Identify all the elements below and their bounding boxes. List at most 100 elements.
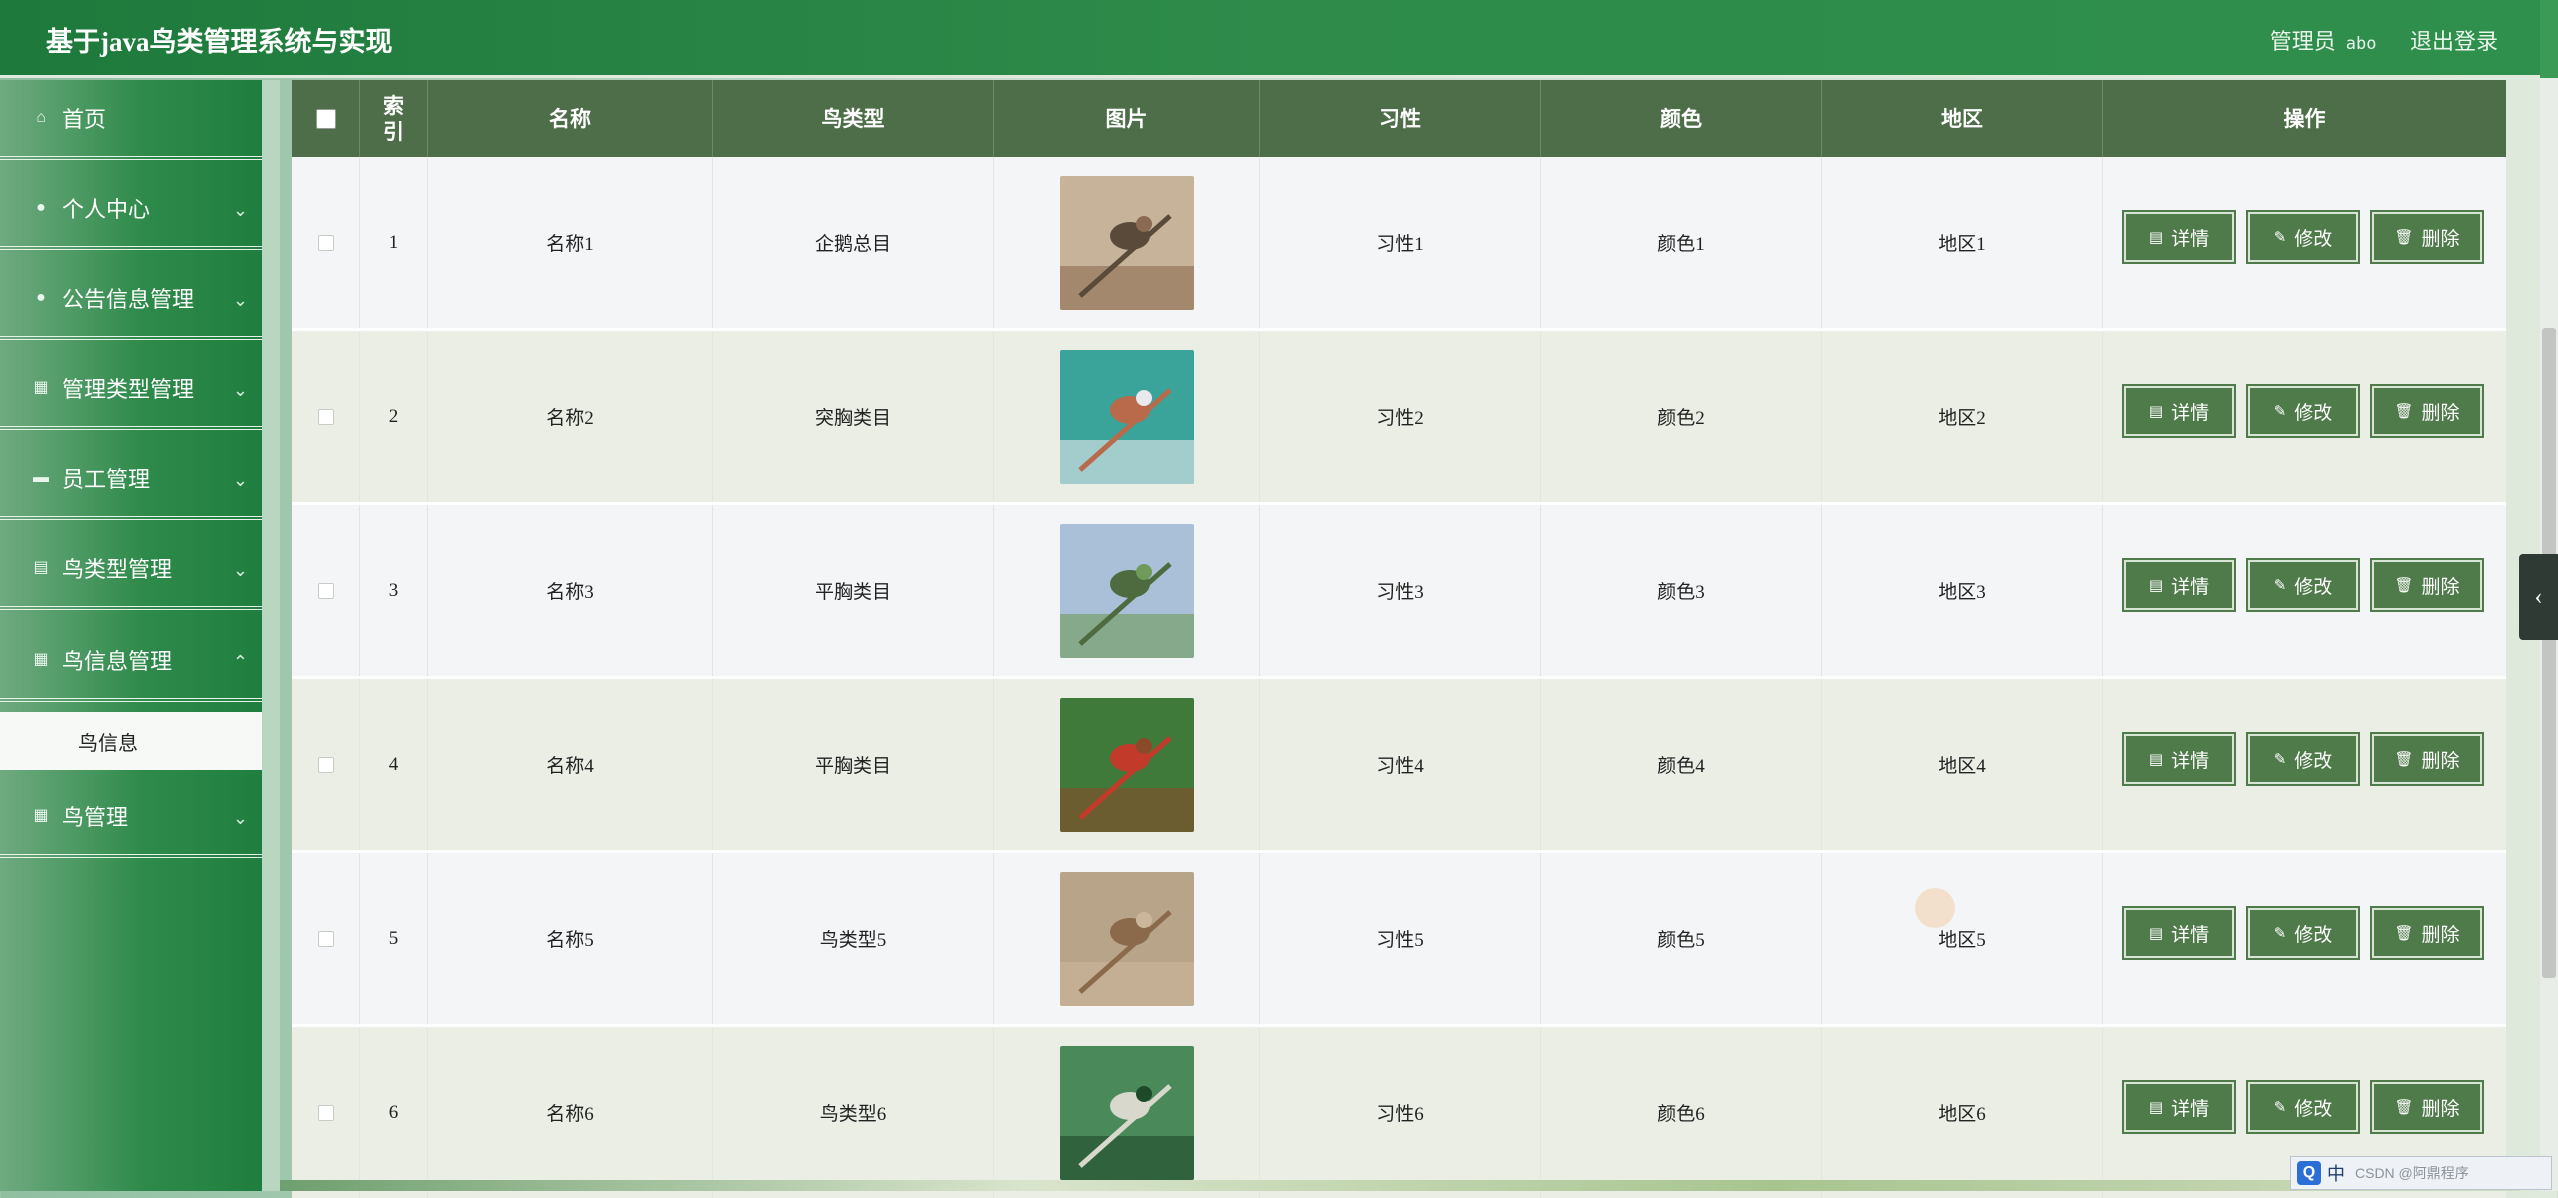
- detail-button[interactable]: ▤ 详情: [2122, 384, 2236, 438]
- logout-link[interactable]: 退出登录: [2410, 29, 2498, 54]
- detail-button-label: 详情: [2171, 228, 2210, 250]
- cell-color: 颜色4: [1541, 679, 1822, 850]
- cell-habit: 习性5: [1260, 853, 1541, 1024]
- cell-actions: ▤ 详情 ✎ 修改 🗑 删除: [2103, 505, 2506, 676]
- detail-button-label: 详情: [2171, 750, 2210, 772]
- cell-bird-type: 平胸类目: [713, 679, 994, 850]
- cell-actions: ▤ 详情 ✎ 修改 🗑 删除: [2103, 331, 2506, 502]
- detail-button[interactable]: ▤ 详情: [2122, 906, 2236, 960]
- edit-button[interactable]: ✎ 修改: [2246, 210, 2360, 264]
- cell-image: [994, 679, 1260, 850]
- delete-button-label: 删除: [2421, 576, 2460, 598]
- cell-region: 地区2: [1822, 331, 2103, 502]
- select-all-checkbox[interactable]: [315, 108, 336, 129]
- ime-toolbar: Q 中 CSDN @阿鼎程序: [2290, 1156, 2552, 1190]
- cell-region: 地区1: [1822, 157, 2103, 328]
- delete-button-label: 删除: [2421, 402, 2460, 424]
- column-header-region: 地区: [1822, 80, 2103, 157]
- cell-bird-type: 企鹅总目: [713, 157, 994, 328]
- bottom-background-strip: [280, 1180, 2520, 1191]
- scrollbar-thumb[interactable]: [2542, 328, 2556, 978]
- delete-button-label: 删除: [2421, 750, 2460, 772]
- chevron-down-icon: ⌄: [232, 560, 248, 580]
- data-table: 索引 名称 鸟类型 图片 习性 颜色 地区 操作 1 名称1 企鹅总目 习性1 …: [292, 80, 2506, 1198]
- cell-image: [994, 505, 1260, 676]
- trash-icon: 🗑: [2394, 925, 2414, 942]
- sidebar-divider: [262, 80, 280, 1191]
- detail-button-label: 详情: [2171, 576, 2210, 598]
- delete-button[interactable]: 🗑 删除: [2370, 384, 2484, 438]
- pencil-icon: ✎: [2273, 1099, 2287, 1116]
- bird-photo[interactable]: [1059, 349, 1194, 484]
- delete-button[interactable]: 🗑 删除: [2370, 1080, 2484, 1134]
- row-checkbox[interactable]: [317, 756, 334, 773]
- watermark: CSDN @阿鼎程序: [2355, 1165, 2469, 1181]
- trash-icon: 🗑: [2394, 403, 2414, 420]
- bird-photo[interactable]: [1059, 871, 1194, 1006]
- table-row: 1 名称1 企鹅总目 习性1 颜色1 地区1 ▤ 详情 ✎ 修改 🗑 删除: [292, 157, 2506, 328]
- cell-actions: ▤ 详情 ✎ 修改 🗑 删除: [2103, 853, 2506, 1024]
- sidebar-item-staff[interactable]: ▬ 员工管理 ⌄: [0, 440, 262, 520]
- grid-icon: ▦: [33, 807, 49, 824]
- delete-button[interactable]: 🗑 删除: [2370, 210, 2484, 264]
- delete-button[interactable]: 🗑 删除: [2370, 906, 2484, 960]
- edit-button[interactable]: ✎ 修改: [2246, 558, 2360, 612]
- detail-button[interactable]: ▤ 详情: [2122, 210, 2236, 264]
- sidebar-item-label: 鸟类型管理: [62, 557, 173, 582]
- bird-photo[interactable]: [1059, 697, 1194, 832]
- edit-button[interactable]: ✎ 修改: [2246, 906, 2360, 960]
- sidebar-item-manage-type[interactable]: ▦ 管理类型管理 ⌄: [0, 350, 262, 430]
- column-header-index: 索引: [360, 80, 428, 157]
- user-icon: ●: [36, 199, 46, 216]
- cell-image: [994, 331, 1260, 502]
- pencil-icon: ✎: [2273, 577, 2287, 594]
- cell-region: 地区6: [1822, 1027, 2103, 1198]
- mouse-cursor-highlight: [1915, 888, 1955, 928]
- cell-index: 1: [360, 157, 428, 328]
- row-checkbox-cell: [292, 853, 360, 1024]
- document-icon: ▤: [2148, 403, 2164, 420]
- cell-bird-type: 突胸类目: [713, 331, 994, 502]
- sidebar-item-home[interactable]: ⌂ 首页: [0, 80, 262, 160]
- sidebar-item-bird-type[interactable]: ▤ 鸟类型管理 ⌄: [0, 530, 262, 610]
- trash-icon: 🗑: [2394, 577, 2414, 594]
- detail-button-label: 详情: [2171, 924, 2210, 946]
- cell-name: 名称6: [428, 1027, 713, 1198]
- clipboard-icon: ▤: [33, 559, 49, 576]
- sidebar-item-notice[interactable]: ● 公告信息管理 ⌄: [0, 260, 262, 340]
- sidebar-item-personal-center[interactable]: ● 个人中心 ⌄: [0, 170, 262, 250]
- edit-button[interactable]: ✎ 修改: [2246, 384, 2360, 438]
- ime-language[interactable]: 中: [2327, 1160, 2345, 1186]
- bird-photo[interactable]: [1059, 1045, 1194, 1180]
- cell-bird-type: 平胸类目: [713, 505, 994, 676]
- cell-region: 地区5: [1822, 853, 2103, 1024]
- delete-button[interactable]: 🗑 删除: [2370, 558, 2484, 612]
- row-checkbox[interactable]: [317, 930, 334, 947]
- delete-button[interactable]: 🗑 删除: [2370, 732, 2484, 786]
- table-row: 6 名称6 鸟类型6 习性6 颜色6 地区6 ▤ 详情 ✎ 修改 🗑 删除: [292, 1027, 2506, 1198]
- sidebar-item-bird-info[interactable]: ▦ 鸟信息管理 ⌃: [0, 622, 262, 702]
- collapse-panel-button[interactable]: ‹: [2519, 554, 2558, 640]
- sidebar-item-bird-manage[interactable]: ▦ 鸟管理 ⌄: [0, 778, 262, 858]
- document-icon: ▤: [2148, 229, 2164, 246]
- chevron-down-icon: ⌄: [232, 380, 248, 400]
- detail-button[interactable]: ▤ 详情: [2122, 558, 2236, 612]
- document-icon: ▤: [2148, 1099, 2164, 1116]
- row-checkbox[interactable]: [317, 1104, 334, 1121]
- bird-photo[interactable]: [1059, 175, 1194, 310]
- row-checkbox[interactable]: [317, 408, 334, 425]
- bird-photo[interactable]: [1059, 523, 1194, 658]
- row-checkbox[interactable]: [317, 582, 334, 599]
- sidebar-item-label: 首页: [62, 107, 107, 132]
- cell-color: 颜色5: [1541, 853, 1822, 1024]
- row-checkbox[interactable]: [317, 234, 334, 251]
- row-checkbox-cell: [292, 679, 360, 850]
- edit-button[interactable]: ✎ 修改: [2246, 1080, 2360, 1134]
- sidebar-subitem-bird-info[interactable]: 鸟信息: [0, 712, 262, 770]
- detail-button[interactable]: ▤ 详情: [2122, 732, 2236, 786]
- edit-button[interactable]: ✎ 修改: [2246, 732, 2360, 786]
- pencil-icon: ✎: [2273, 751, 2287, 768]
- cell-habit: 习性6: [1260, 1027, 1541, 1198]
- detail-button[interactable]: ▤ 详情: [2122, 1080, 2236, 1134]
- header-user-area: 管理员 abo 退出登录: [2242, 24, 2498, 56]
